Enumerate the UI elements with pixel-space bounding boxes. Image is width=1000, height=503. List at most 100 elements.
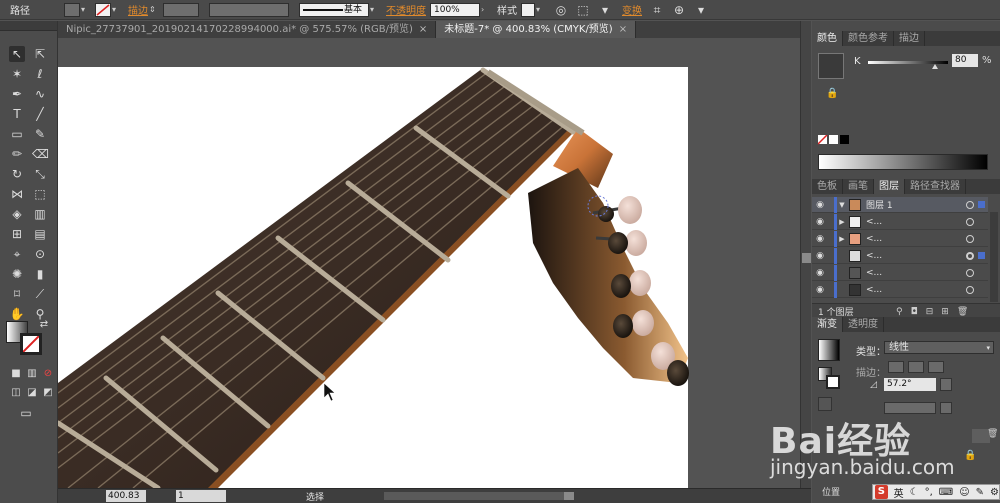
stroke-color-swatch[interactable]: [20, 333, 42, 355]
gradient-tool-icon[interactable]: ▤: [32, 226, 48, 242]
color-spectrum-ramp[interactable]: [818, 154, 988, 170]
draw-inside-icon[interactable]: ◩: [40, 385, 56, 401]
stroke-swatch[interactable]: [95, 2, 111, 17]
layer-name[interactable]: <...: [866, 268, 924, 278]
aspect-dropdown[interactable]: [940, 402, 952, 414]
chevron-right-icon[interactable]: ›: [481, 3, 491, 17]
target-circle-icon[interactable]: [966, 217, 974, 226]
rectangle-tool-icon[interactable]: ▭: [9, 126, 25, 142]
blend-tool-icon[interactable]: ⊙: [32, 246, 48, 262]
opacity-link[interactable]: 不透明度: [386, 2, 426, 17]
moon-icon[interactable]: ☾: [910, 487, 919, 498]
line-tool-icon[interactable]: ╱: [32, 106, 48, 122]
layer-row[interactable]: ◉ ▼ 图层 1: [812, 196, 988, 213]
type-tool-icon[interactable]: T: [9, 106, 25, 122]
close-icon[interactable]: ×: [419, 24, 427, 35]
make-clipping-mask-icon[interactable]: ◘: [911, 307, 918, 317]
color-mode-icon[interactable]: ■: [8, 366, 24, 382]
brush-style-dropdown[interactable]: 基本: [299, 2, 369, 17]
scroll-thumb[interactable]: [564, 492, 575, 500]
target-circle-icon[interactable]: [966, 200, 974, 209]
delete-stop-icon[interactable]: 🗑: [987, 429, 998, 439]
layer-name[interactable]: <...: [866, 251, 924, 261]
layer-row[interactable]: ◉ <...: [812, 264, 988, 281]
panel-grip[interactable]: [0, 21, 57, 31]
keyboard-icon[interactable]: ⌨: [939, 487, 953, 498]
lock-icon[interactable]: 🔒: [964, 450, 976, 461]
lasso-tool-icon[interactable]: ℓ: [32, 66, 48, 82]
close-icon[interactable]: ×: [619, 24, 627, 35]
settings-icon[interactable]: ⚙: [990, 487, 999, 498]
layer-row[interactable]: ◉ ▶ <...: [812, 230, 988, 247]
angle-dropdown[interactable]: [940, 378, 952, 391]
horizontal-scrollbar[interactable]: [384, 492, 575, 500]
delete-layer-icon[interactable]: 🗑: [957, 307, 968, 317]
none-mode-icon[interactable]: ⊘: [40, 366, 56, 382]
symbol-sprayer-tool-icon[interactable]: ✺: [9, 266, 25, 282]
stroke-option-3[interactable]: [928, 361, 944, 373]
transform-link[interactable]: 变换: [622, 2, 642, 17]
none-white-black-swatches[interactable]: [818, 135, 854, 145]
width-tool-icon[interactable]: ⋈: [9, 186, 25, 202]
eyedropper-tool-icon[interactable]: ⌖: [9, 246, 25, 262]
hand-tool-icon[interactable]: ✋: [9, 306, 25, 322]
canvas-area[interactable]: [58, 38, 800, 488]
shape-builder-tool-icon[interactable]: ◈: [9, 206, 25, 222]
tab-brushes[interactable]: 画笔: [843, 179, 874, 194]
options-icon[interactable]: ⊕: [672, 3, 686, 17]
visibility-eye-icon[interactable]: ◉: [812, 268, 828, 278]
stroke-link[interactable]: 描边: [128, 2, 148, 17]
curvature-tool-icon[interactable]: ∿: [32, 86, 48, 102]
ime-language[interactable]: 英: [894, 485, 904, 500]
tab-layers[interactable]: 图层: [874, 179, 905, 194]
target-circle-icon[interactable]: [966, 234, 974, 243]
layer-name[interactable]: <...: [866, 234, 924, 244]
direct-selection-tool-icon[interactable]: ⇱: [32, 46, 48, 62]
draw-normal-icon[interactable]: ◫: [8, 385, 24, 401]
scroll-thumb[interactable]: [802, 253, 811, 263]
recolor-icon[interactable]: ◎: [554, 3, 568, 17]
selection-square-icon[interactable]: [978, 201, 985, 208]
column-graph-tool-icon[interactable]: ▮: [32, 266, 48, 282]
gradient-swatch[interactable]: [818, 339, 840, 361]
new-layer-icon[interactable]: ⊞: [941, 307, 949, 317]
artboard-page-field[interactable]: 1: [176, 490, 226, 502]
user-icon[interactable]: ☺: [959, 487, 969, 498]
k-value-field[interactable]: 80: [952, 54, 978, 67]
stroke-weight-field[interactable]: [163, 2, 199, 17]
tab-color-guide[interactable]: 颜色参考: [843, 31, 894, 46]
selection-square-icon[interactable]: [978, 218, 985, 225]
tab-swatches[interactable]: 色板: [812, 179, 843, 194]
chevron-down-icon[interactable]: ▾: [81, 3, 91, 17]
target-circle-icon[interactable]: [966, 251, 974, 260]
target-circle-icon[interactable]: [966, 268, 974, 277]
pencil-tool-icon[interactable]: ✏: [9, 146, 25, 162]
expand-triangle-icon[interactable]: ▶: [837, 235, 847, 243]
new-sublayer-icon[interactable]: ⊟: [926, 307, 934, 317]
swap-colors-icon[interactable]: ⇄: [36, 317, 52, 333]
tab-document-1[interactable]: Nipic_27737901_20190214170228994000.ai* …: [58, 21, 437, 38]
artboard-tool-icon[interactable]: ⌑: [9, 286, 25, 302]
fill-swatch[interactable]: [64, 2, 80, 17]
layers-scrollbar[interactable]: [990, 212, 998, 302]
pen-tool-icon[interactable]: ✒: [9, 86, 25, 102]
visibility-eye-icon[interactable]: ◉: [812, 234, 828, 244]
slider-handle[interactable]: [932, 64, 938, 69]
graphic-style-swatch[interactable]: [521, 2, 535, 17]
tab-gradient[interactable]: 渐变: [812, 317, 843, 332]
expand-triangle-icon[interactable]: ▶: [837, 218, 847, 226]
k-slider[interactable]: [868, 61, 948, 69]
ime-toolbar[interactable]: S 英 ☾ °, ⌨ ☺ ✎ ⚙: [872, 484, 1000, 500]
ime-logo-icon[interactable]: S: [875, 485, 888, 499]
chevron-down-icon[interactable]: ▾: [370, 3, 380, 17]
fill-stroke-mini[interactable]: [818, 367, 840, 389]
chevron-down-icon[interactable]: ▾: [112, 3, 122, 17]
layer-row[interactable]: ◉ <...: [812, 247, 988, 264]
stroke-option-2[interactable]: [908, 361, 924, 373]
punctuation-icon[interactable]: °,: [925, 487, 933, 498]
visibility-eye-icon[interactable]: ◉: [812, 285, 828, 295]
stroke-option-1[interactable]: [888, 361, 904, 373]
skin-icon[interactable]: ✎: [976, 487, 984, 498]
layer-row[interactable]: ◉ <...: [812, 281, 988, 298]
reverse-gradient-icon[interactable]: [818, 397, 832, 411]
